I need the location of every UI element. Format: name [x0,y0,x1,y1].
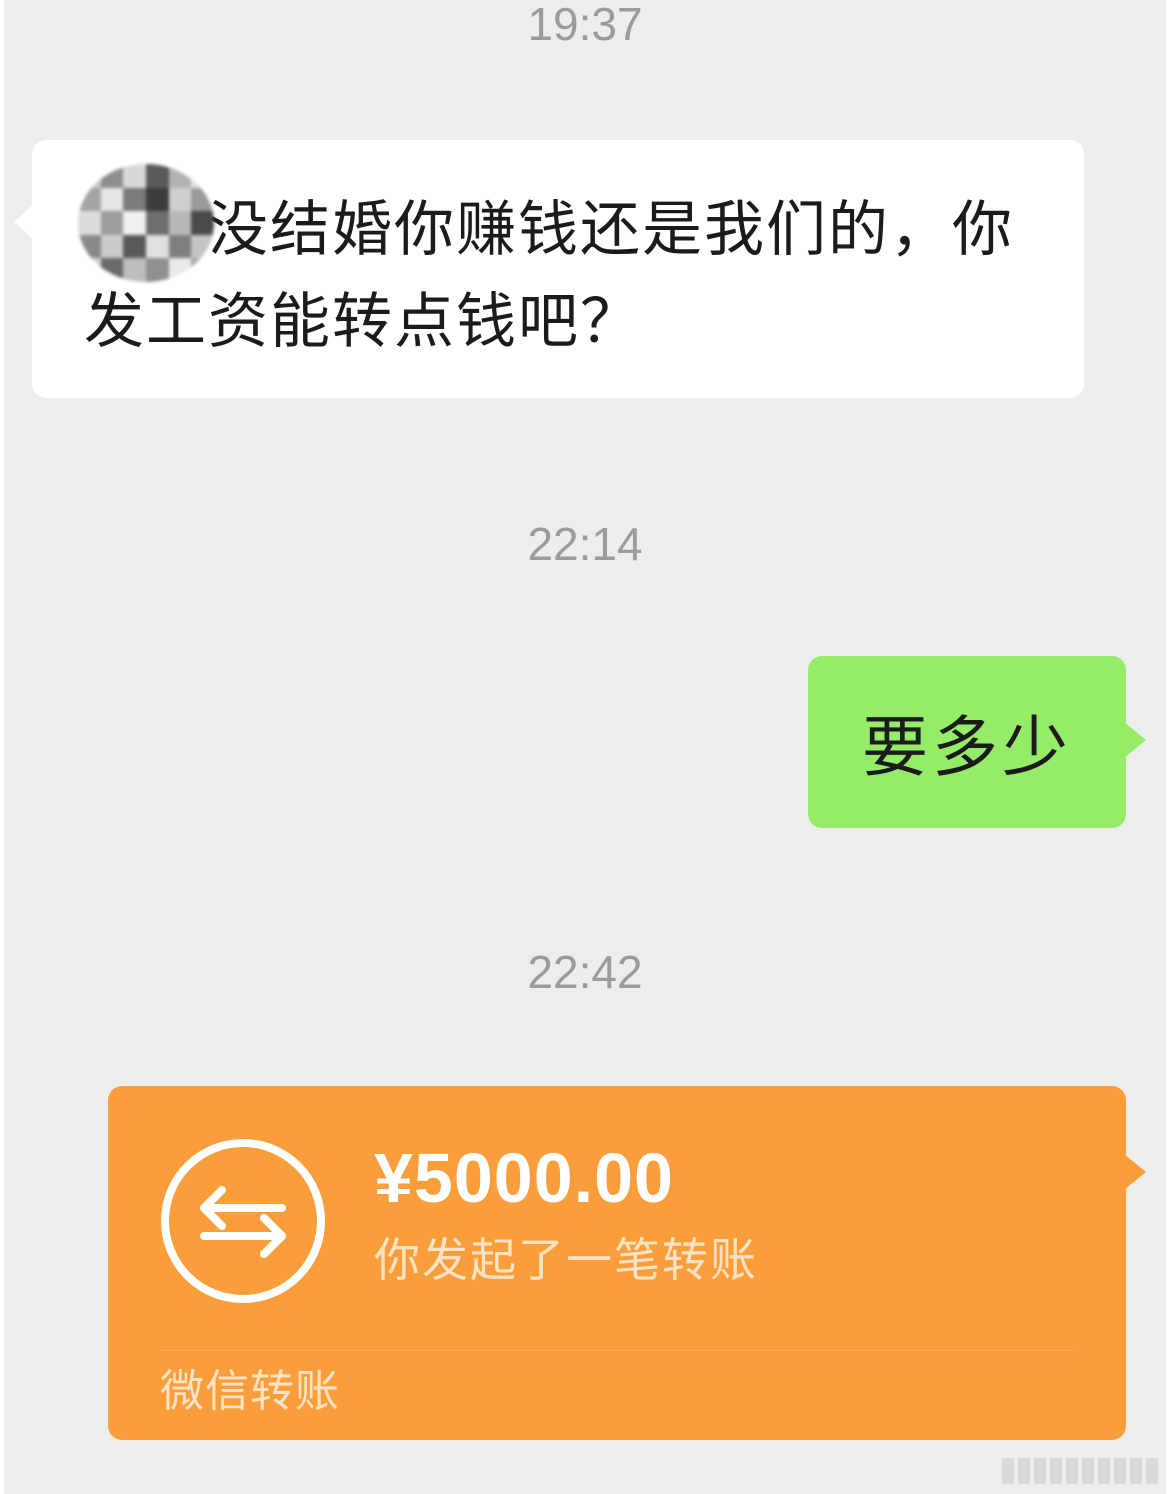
incoming-message-text: 都你没结婚你赚钱还是我们的，你发工资能转点钱吧？ [84,195,1014,357]
frame-edge-left [0,0,4,1494]
transfer-arrows-icon [161,1139,325,1303]
transfer-card[interactable]: ¥5000.00 你发起了一笔转账 微信转账 [108,1086,1146,1440]
transfer-divider [160,1350,1074,1351]
timestamp-second: 22:14 [527,518,643,570]
watermark [1002,1458,1158,1484]
transfer-amount: ¥5000.00 [374,1139,674,1217]
transfer-footer-label: 微信转账 [160,1366,340,1417]
transfer-description: 你发起了一笔转账 [374,1233,758,1287]
timestamp-third: 22:42 [527,946,643,998]
frame-edge-right [1166,0,1170,1494]
censor-mosaic [78,164,214,282]
timestamp-first: 19:37 [527,0,643,50]
outgoing-message-text: 要多少 [862,709,1072,786]
outgoing-message-bubble[interactable]: 要多少 [808,656,1146,828]
